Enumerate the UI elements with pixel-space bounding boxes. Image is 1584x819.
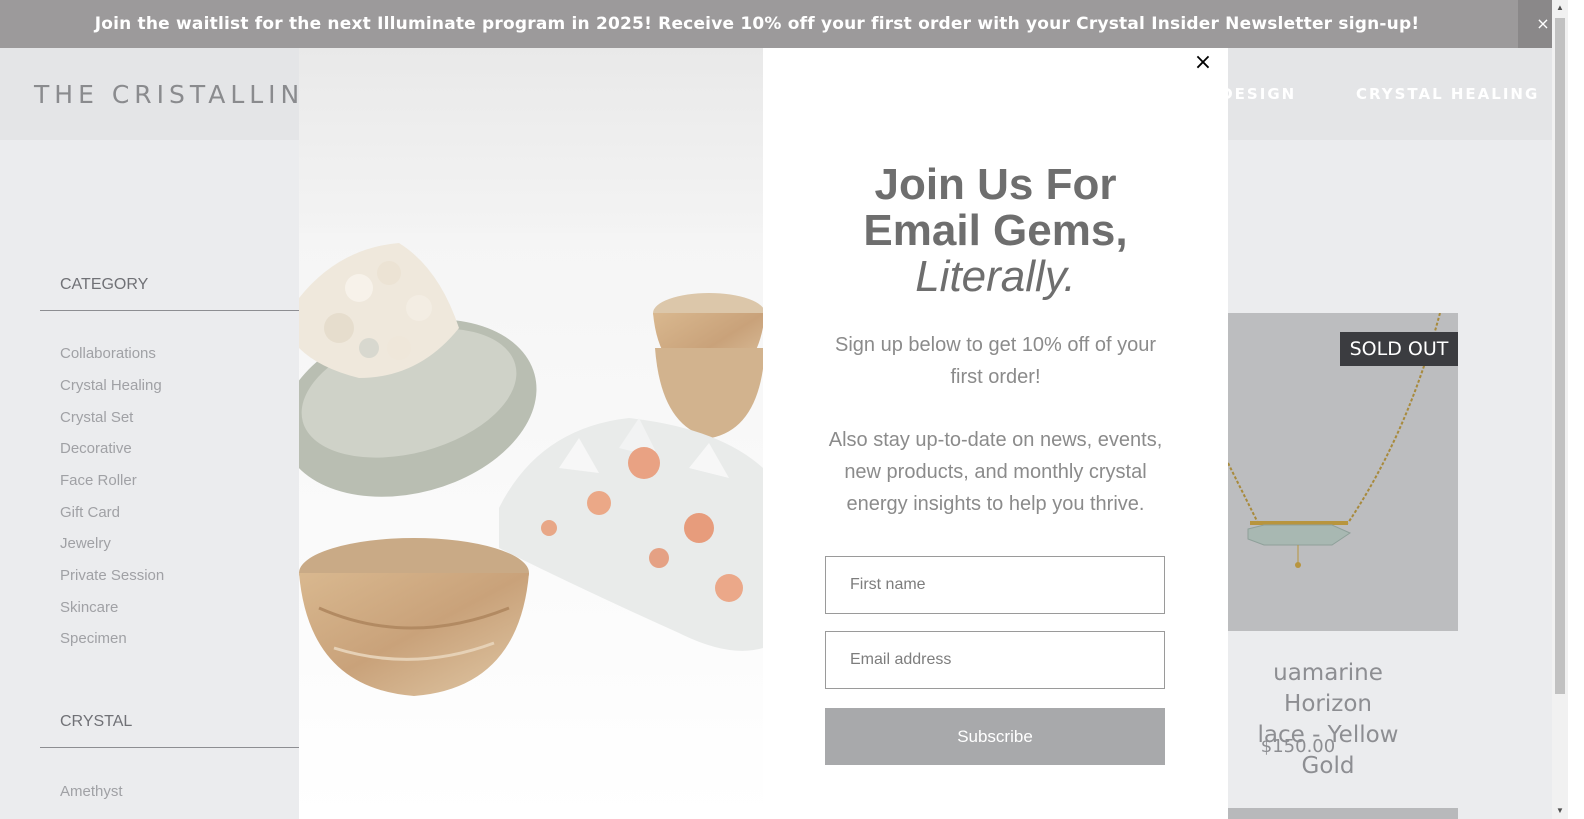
category-item[interactable]: Specimen — [60, 630, 127, 647]
newsletter-modal: × Join Us For Email Gems, Literally. Sig… — [299, 48, 1228, 819]
category-heading[interactable]: CATEGORY — [60, 276, 148, 294]
announcement-bar: Join the waitlist for the next Illuminat… — [0, 0, 1568, 48]
nav-item-crystal-healing[interactable]: CRYSTAL HEALING — [1356, 85, 1539, 103]
first-name-field[interactable] — [825, 556, 1165, 614]
crystal-divider — [40, 747, 300, 748]
crystal-item[interactable]: Amethyst — [60, 783, 123, 800]
headline-line: Join Us For — [874, 160, 1117, 209]
crystals-photo — [299, 48, 763, 819]
headline-emphasis: Literally. — [915, 252, 1076, 301]
category-item[interactable]: Decorative — [60, 440, 132, 457]
announcement-text: Join the waitlist for the next Illuminat… — [94, 14, 1420, 34]
modal-headline: Join Us For Email Gems, — [783, 162, 1208, 254]
page-scrollbar[interactable]: ▲ ▼ — [1552, 0, 1568, 819]
scroll-up-arrow-icon[interactable]: ▲ — [1552, 0, 1568, 16]
crystal-heading[interactable]: CRYSTAL — [60, 713, 132, 731]
subscribe-button[interactable]: Subscribe — [825, 708, 1165, 765]
next-product-image[interactable] — [1228, 808, 1458, 819]
modal-description-text: Also stay up-to-date on news, events, ne… — [828, 429, 1163, 515]
scrollbar-thumb[interactable] — [1555, 18, 1565, 694]
category-divider — [40, 310, 300, 311]
scroll-down-arrow-icon[interactable]: ▼ — [1552, 803, 1568, 819]
email-field[interactable] — [825, 631, 1165, 689]
modal-form-panel: × Join Us For Email Gems, Literally. Sig… — [763, 48, 1228, 819]
modal-close-button[interactable]: × — [1188, 50, 1218, 76]
modal-offer-text: Sign up below to get 10% off of your fir… — [835, 334, 1156, 388]
category-item[interactable]: Skincare — [60, 599, 118, 616]
category-item[interactable]: Private Session — [60, 567, 164, 584]
site-logo[interactable]: THE CRISTALLINE — [34, 80, 325, 109]
category-item[interactable]: Gift Card — [60, 504, 120, 521]
category-item[interactable]: Collaborations — [60, 345, 156, 362]
category-item[interactable]: Crystal Healing — [60, 377, 162, 394]
headline-line: Email Gems, — [863, 206, 1128, 255]
sold-out-badge: SOLD OUT — [1340, 332, 1458, 366]
category-item[interactable]: Face Roller — [60, 472, 137, 489]
category-item[interactable]: Crystal Set — [60, 409, 133, 426]
modal-hero-image — [299, 48, 763, 819]
category-item[interactable]: Jewelry — [60, 535, 111, 552]
product-price: $150.00 — [1260, 736, 1336, 757]
